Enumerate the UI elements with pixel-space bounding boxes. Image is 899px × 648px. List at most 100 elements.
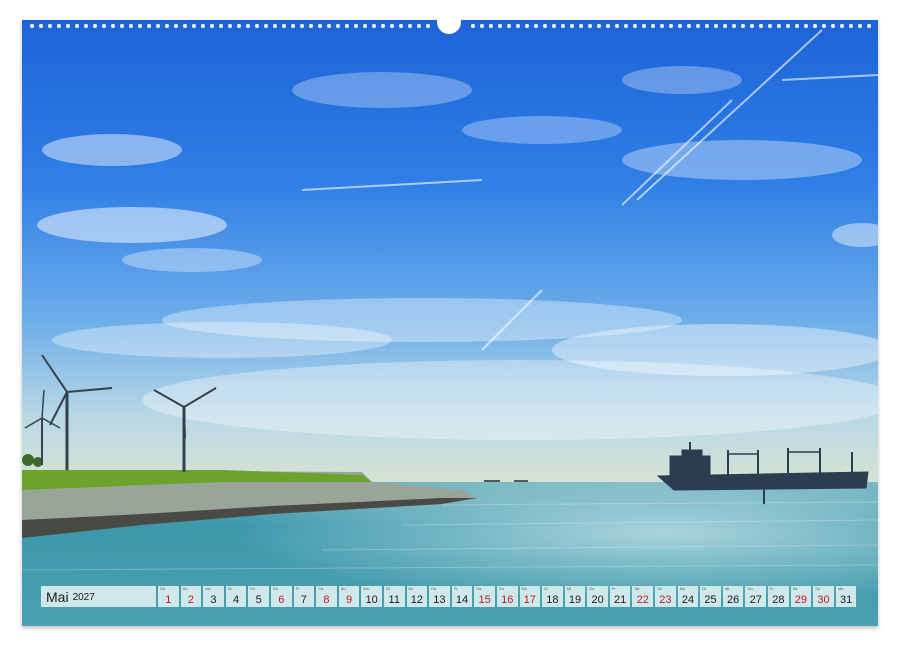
- binding-hole: [489, 24, 493, 28]
- day-number: 6: [278, 594, 285, 606]
- day-number: 25: [704, 594, 717, 606]
- binding-hole: [498, 24, 502, 28]
- day-number: 10: [365, 594, 378, 606]
- binding-hole: [237, 24, 241, 28]
- binding-hole: [354, 24, 358, 28]
- day-cell: Fr 7: [293, 586, 315, 607]
- weekday-label: Mi: [724, 586, 730, 591]
- binding-hole: [786, 24, 790, 28]
- weekday-label: Di: [702, 586, 707, 591]
- binding-hole: [840, 24, 844, 28]
- binding-hole: [867, 24, 871, 28]
- day-cell: Di 25: [700, 586, 721, 607]
- binding-hole: [336, 24, 340, 28]
- day-number: 21: [614, 594, 627, 606]
- day-cell: Mo 17: [519, 586, 541, 607]
- day-number: 30: [817, 594, 830, 606]
- weekday-label: So: [340, 586, 346, 591]
- binding-hole: [327, 24, 331, 28]
- binding-hole: [183, 24, 187, 28]
- day-cell: Do 6: [270, 586, 292, 607]
- binding-hole: [579, 24, 583, 28]
- binding-hole: [768, 24, 772, 28]
- day-number: 5: [255, 594, 262, 606]
- day-cell: Mi 5: [248, 586, 269, 607]
- weekday-label: Mi: [408, 586, 413, 591]
- day-number: 16: [501, 594, 514, 606]
- day-cell: Sa 29: [790, 586, 812, 607]
- day-number: 9: [345, 594, 353, 606]
- binding-hole: [300, 24, 304, 28]
- weekday-label: Fr: [295, 586, 300, 591]
- binding-hole: [858, 24, 862, 28]
- binding-hole: [543, 24, 547, 28]
- day-cell: Sa 8: [316, 586, 337, 607]
- weekday-label: Do: [431, 586, 437, 591]
- weekday-label: Mo: [363, 586, 369, 591]
- day-cell: So 9: [338, 586, 360, 607]
- weekday-label: Sa: [792, 586, 798, 591]
- binding-hole: [525, 24, 529, 28]
- landscape-photo: [22, 20, 878, 626]
- binding-hole: [660, 24, 664, 28]
- weekday-label: Sa: [160, 586, 165, 591]
- day-cell: So 30: [813, 586, 834, 607]
- day-cell: Do 13: [429, 586, 450, 607]
- binding-hole: [309, 24, 313, 28]
- binding-hole: [192, 24, 196, 28]
- day-cell: Fr 14: [451, 586, 473, 607]
- binding-hole: [417, 24, 421, 28]
- day-number: 3: [210, 594, 217, 606]
- weekday-label: Di: [544, 586, 548, 591]
- binding-hole: [507, 24, 511, 28]
- day-number: 19: [568, 594, 582, 606]
- binding-hole: [201, 24, 205, 28]
- day-cell: Mo 3: [203, 586, 224, 607]
- binding-hole: [30, 24, 34, 28]
- binding-hole: [174, 24, 178, 28]
- weekday-label: Do: [747, 586, 753, 591]
- day-cell: Fr 21: [609, 586, 631, 607]
- calendar-strip: Mai 2027 Sa 1 So 2 Mo 3 Di 4 Mi 5 Do 6 Fr 7 Sa 8 So 9 Mo 10…: [41, 586, 857, 607]
- day-number: 29: [794, 594, 808, 606]
- binding-hole: [129, 24, 133, 28]
- binding-hole: [813, 24, 817, 28]
- calendar-page: Mai 2027 Sa 1 So 2 Mo 3 Di 4 Mi 5 Do 6 Fr 7 Sa 8 So 9 Mo 10…: [0, 0, 899, 648]
- binding-hole: [480, 24, 484, 28]
- day-cell: Sa 15: [474, 586, 495, 607]
- day-cell: Mo 10: [361, 586, 382, 607]
- binding-hole: [561, 24, 565, 28]
- day-cell: Mo 24: [677, 586, 699, 607]
- weekday-label: Mo: [837, 586, 844, 591]
- binding-hole: [345, 24, 349, 28]
- binding-hole: [408, 24, 412, 28]
- binding-hole: [75, 24, 79, 28]
- binding-hole: [381, 24, 385, 28]
- binding-hole: [66, 24, 70, 28]
- binding-hole: [606, 24, 610, 28]
- binding-hole: [678, 24, 682, 28]
- binding-hole: [714, 24, 718, 28]
- weekday-label: So: [182, 586, 188, 591]
- weekday-label: Sa: [476, 586, 482, 591]
- distant-ships: [484, 480, 500, 482]
- weekday-label: Mo: [205, 586, 211, 591]
- month-label: Mai 2027: [41, 586, 156, 607]
- binding-hole: [264, 24, 268, 28]
- binding-hole: [363, 24, 367, 28]
- binding-hole: [120, 24, 124, 28]
- binding-hole: [372, 24, 376, 28]
- binding-hole: [291, 24, 295, 28]
- tree: [22, 454, 34, 466]
- binding-hole: [615, 24, 619, 28]
- binding-hole: [822, 24, 826, 28]
- binding-hole: [39, 24, 43, 28]
- day-number: 8: [323, 594, 330, 606]
- day-cell: Sa 1: [158, 586, 179, 607]
- distant-ships-2: [514, 480, 528, 482]
- day-cell: Sa 22: [632, 586, 654, 607]
- day-number: 26: [727, 594, 740, 606]
- binding-hole: [696, 24, 700, 28]
- weekday-label: So: [498, 586, 504, 591]
- weekday-label: Mo: [679, 586, 686, 591]
